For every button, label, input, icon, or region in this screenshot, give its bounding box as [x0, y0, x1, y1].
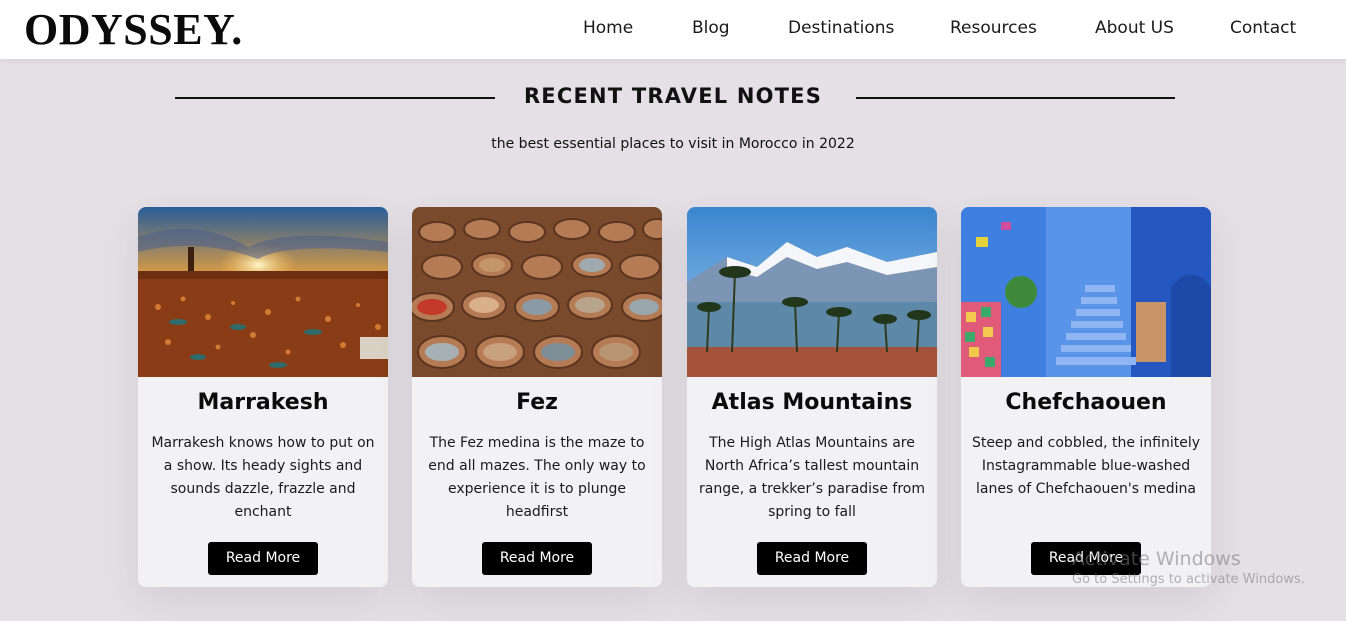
nav-resources[interactable]: Resources — [950, 18, 1037, 38]
card-title: Fez — [516, 390, 558, 415]
main-nav: Home Blog Destinations Resources About U… — [0, 18, 1346, 42]
card-title: Marrakesh — [197, 390, 329, 415]
activate-windows-watermark: Activate Windows — [1072, 548, 1241, 570]
nav-blog[interactable]: Blog — [692, 18, 730, 38]
read-more-button[interactable]: Read More — [757, 542, 867, 575]
read-more-button[interactable]: Read More — [208, 542, 318, 575]
nav-about-us[interactable]: About US — [1095, 18, 1174, 38]
destination-card-fez: Fez The Fez medina is the maze to end al… — [412, 207, 662, 587]
card-title: Chefchaouen — [1005, 390, 1167, 415]
site-header: ODYSSEY. Home Blog Destinations Resource… — [0, 0, 1346, 59]
card-description: The High Atlas Mountains are North Afric… — [699, 435, 925, 520]
nav-destinations[interactable]: Destinations — [788, 18, 894, 38]
section-subtitle: the best essential places to visit in Mo… — [491, 136, 855, 152]
marrakesh-image — [138, 207, 388, 377]
atlas-mountains-image — [687, 207, 937, 377]
section-title: RECENT TRAVEL NOTES — [523, 84, 823, 108]
card-description: Steep and cobbled, the infinitely Instag… — [971, 435, 1201, 497]
read-more-button[interactable]: Read More — [482, 542, 592, 575]
title-divider-left — [175, 97, 495, 99]
card-title: Atlas Mountains — [711, 390, 913, 415]
destination-card-atlas-mountains: Atlas Mountains The High Atlas Mountains… — [687, 207, 937, 587]
nav-contact[interactable]: Contact — [1230, 18, 1296, 38]
title-divider-right — [856, 97, 1175, 99]
destination-card-chefchaouen: Chefchaouen Steep and cobbled, the infin… — [961, 207, 1211, 587]
activate-windows-hint: Go to Settings to activate Windows. — [1072, 572, 1305, 587]
card-description: Marrakesh knows how to put on a show. It… — [151, 435, 375, 520]
card-description: The Fez medina is the maze to end all ma… — [428, 435, 646, 520]
destination-card-marrakesh: Marrakesh Marrakesh knows how to put on … — [138, 207, 388, 587]
chefchaouen-image — [961, 207, 1211, 377]
nav-home[interactable]: Home — [583, 18, 633, 38]
fez-image — [412, 207, 662, 377]
